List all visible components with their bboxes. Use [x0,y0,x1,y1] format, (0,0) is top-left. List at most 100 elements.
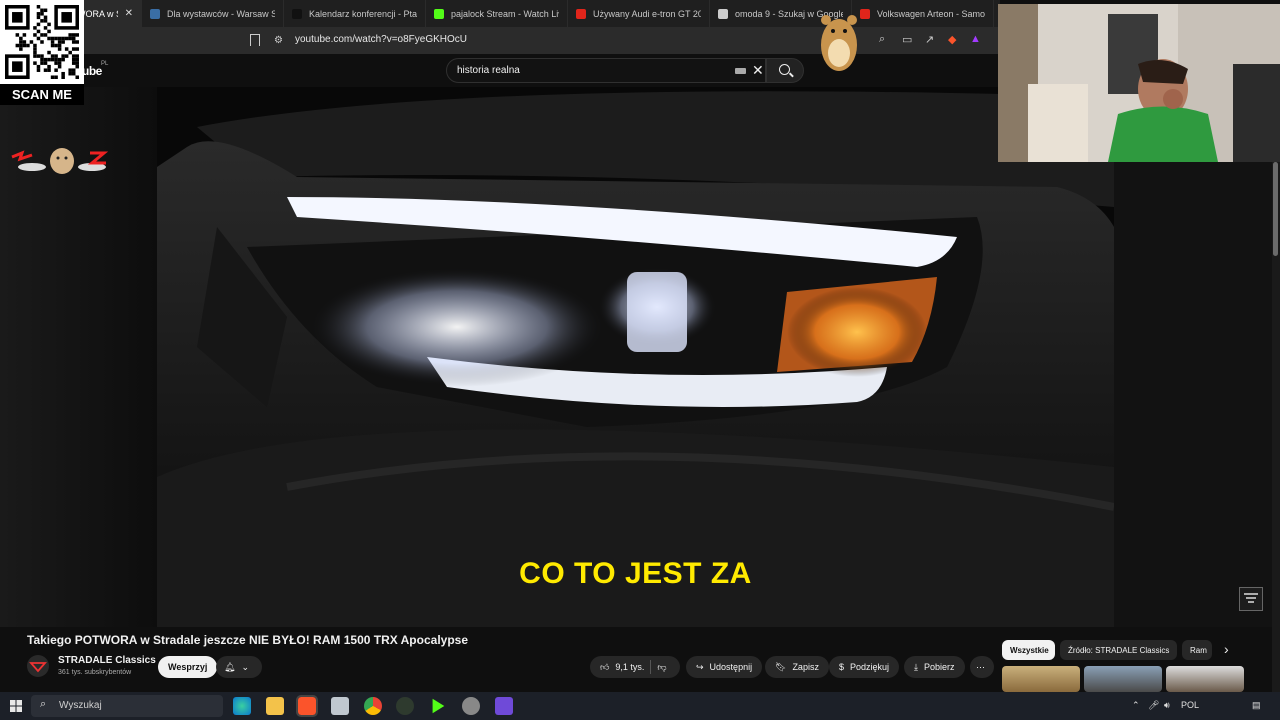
like-icon[interactable]: 👍︎ [600,662,609,673]
scan-me-label: SCAN ME [0,84,84,105]
file-explorer-icon[interactable] [266,697,284,715]
tab-favicon-icon [860,8,870,19]
browser-tab[interactable]: Kalendarz konferencji - Ptak W [284,0,426,27]
tab-favicon-icon [150,8,160,19]
video-player[interactable]: CO TO JEST ZA [157,87,1114,627]
chrome-icon[interactable] [364,697,382,715]
youtube-logo[interactable]: ube [82,64,102,78]
windows-start-icon[interactable] [10,700,22,712]
filter-button[interactable] [1239,587,1263,611]
share-page-icon[interactable]: ↗ [925,33,934,46]
zoom-icon[interactable]: ⌕ [879,33,885,46]
video-title: Takiego POTWORA w Stradale jeszcze NIE B… [27,633,468,647]
bookmark-icon[interactable] [250,34,260,46]
subscriber-count: 361 tys. subskrybentów [58,669,132,676]
notifications-icon[interactable]: ▤ [1252,700,1261,711]
clear-search-icon[interactable]: ✕ [752,62,764,79]
qr-image [5,5,79,79]
more-actions-button[interactable]: ⋯ [970,656,994,678]
tab-favicon-icon [292,8,302,19]
chip-ram[interactable]: Ram [1182,640,1212,660]
language-indicator[interactable]: POL [1181,700,1199,710]
webcam-overlay [998,4,1280,162]
microphone-icon[interactable]: 🎤︎ [1148,700,1159,711]
tab-title: Volkswagen Arteon - Samocho [877,8,985,19]
channel-logo-icon [29,662,47,673]
more-icon: ⋯ [976,661,985,672]
browser-tab[interactable]: Dla wystawców - Warsaw Secu [142,0,284,27]
tab-title: pajalock Stream - Watch Live o [451,8,559,19]
tab-close-icon[interactable]: ✕ [125,8,133,19]
region-label: PL [101,61,109,67]
chip-source[interactable]: Źródło: STRADALE Classics [1060,640,1177,660]
tab-title: Używany Audi e-tron GT 2024 [593,8,701,19]
url-field[interactable]: youtube.com/watch?v=o8FyeGKHOcU [295,34,467,45]
taskbar-search-placeholder: Wyszukaj [59,700,102,711]
webcam-image [998,4,1280,162]
thanks-icon: $ [839,662,845,672]
channel-name[interactable]: STRADALE Classics [58,655,156,666]
obs-icon[interactable] [396,697,414,715]
scrollbar-thumb[interactable] [1273,162,1278,256]
share-label: Udostępnij [709,662,753,672]
browser-tab[interactable]: pajalock Stream - Watch Live o [426,0,568,27]
screen: Takiego POTWORA w Stradale✕Dla wystawców… [0,0,1280,720]
app-icon[interactable] [331,697,349,715]
search-input[interactable]: historia realna [457,65,520,76]
filter-icon [1244,593,1258,603]
thanks-label: Podziękuj [850,662,890,672]
search-icon [779,64,790,75]
tray-expand-icon[interactable]: ⌃ [1132,700,1140,711]
hamster-sticker-image [821,15,857,71]
bell-icon: 🔔︎ [224,661,236,672]
chevron-down-icon: ⌄ [241,661,249,672]
share-button[interactable]: ↪ Udostępnij [686,656,763,678]
search-box[interactable]: historia realna ✕ [446,58,766,83]
streamer-app-icon[interactable] [495,697,513,715]
download-button[interactable]: ⤓ Pobierz [904,656,965,678]
chip-all[interactable]: Wszystkie [1002,640,1055,660]
volume-icon[interactable]: 🔊︎ [1164,700,1170,711]
browser-tab[interactable]: Volkswagen Arteon - Samocho [852,0,994,27]
edge-icon[interactable] [233,697,251,715]
taskbar-search[interactable]: ⌕ Wyszukaj [31,695,223,717]
recommended-thumbnail[interactable] [1166,666,1244,692]
dislike-icon[interactable]: 👎︎ [657,662,666,673]
video-caption: CO TO JEST ZA [519,557,752,590]
download-label: Pobierz [923,662,955,672]
channel-avatar[interactable] [27,655,49,677]
keyboard-icon[interactable] [735,68,746,74]
page-scrollbar[interactable] [1272,160,1280,700]
cast-icon[interactable]: ▭ [902,33,912,46]
browser-tab[interactable]: Używany Audi e-tron GT 2024 [568,0,710,27]
brave-icon[interactable] [296,695,318,717]
right-background [1114,87,1272,627]
tab-favicon-icon [718,8,728,19]
download-icon: ⤓ [914,661,918,672]
save-button[interactable]: 🔖︎ Zapisz [765,656,829,678]
settings-icon[interactable] [462,697,480,715]
search-button[interactable] [766,58,804,83]
like-dislike-group: 👍︎ 9,1 tys. 👎︎ [590,656,680,678]
cat-sticker-image [11,148,109,174]
site-settings-icon[interactable]: ⚙ [274,35,283,46]
support-label: Wesprzyj [168,662,208,672]
recommended-thumbnail[interactable] [1084,666,1162,692]
tab-favicon-icon [576,8,586,19]
tab-favicon-icon [434,8,444,19]
recommended-thumbnail[interactable] [1002,666,1080,692]
tab-title: Dla wystawców - Warsaw Secu [167,8,275,19]
like-count[interactable]: 9,1 tys. [615,662,644,672]
chips-next-icon[interactable]: › [1224,641,1229,657]
notifications-button[interactable]: 🔔︎ ⌄ [216,656,262,678]
thanks-button[interactable]: $ Podziękuj [829,656,900,678]
divider [650,660,652,674]
rewards-icon[interactable]: ▲ [970,33,981,45]
save-icon: 🔖︎ [775,661,787,672]
search-icon: ⌕ [40,698,47,710]
qr-code [0,0,84,84]
support-button[interactable]: Wesprzyj [158,656,218,678]
tab-title: Kalendarz konferencji - Ptak W [309,8,417,19]
brave-shield-icon[interactable]: ◆ [948,33,956,46]
video-frame [157,87,1114,627]
